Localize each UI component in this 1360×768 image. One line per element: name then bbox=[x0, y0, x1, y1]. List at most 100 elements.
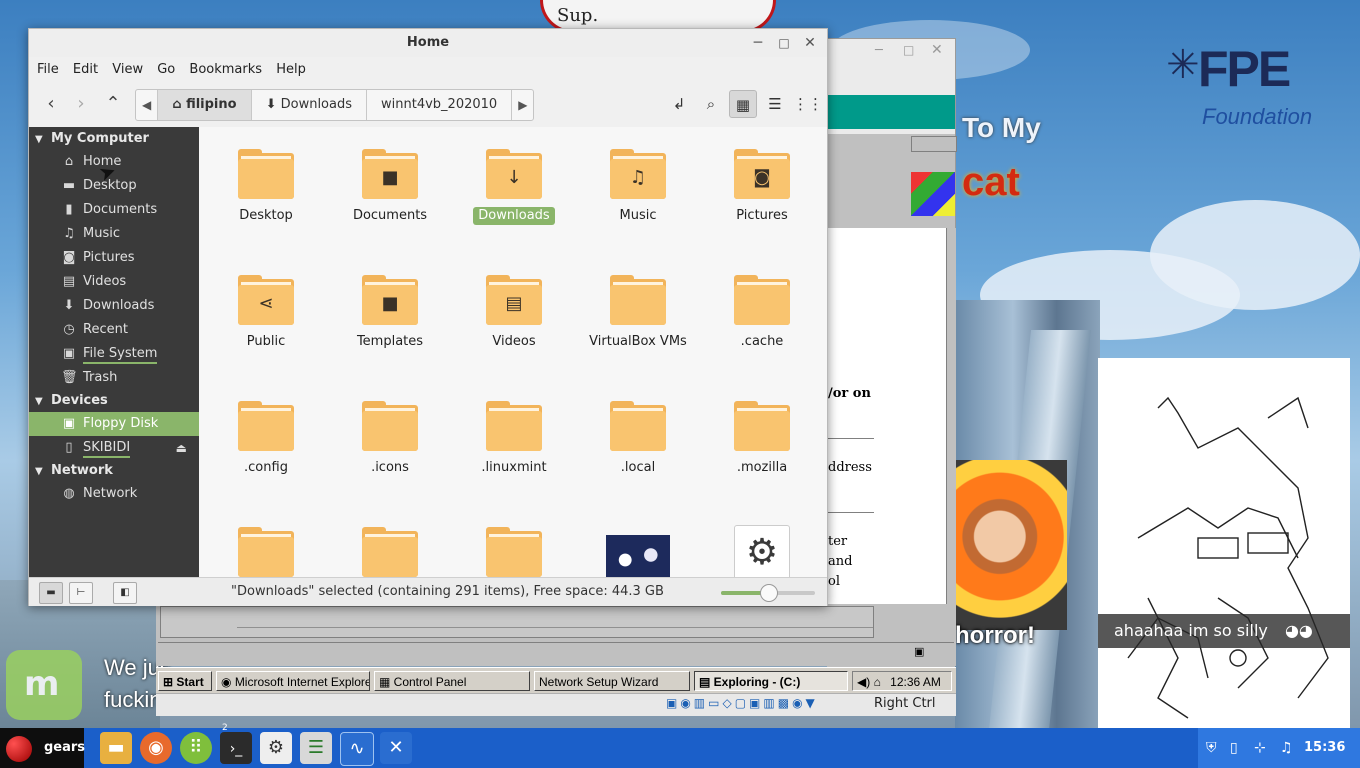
up-button[interactable]: ⌃ bbox=[99, 90, 127, 118]
task-exploring[interactable]: ▤ Exploring - (C:) bbox=[694, 671, 848, 691]
icon-view-button[interactable]: ▦ bbox=[729, 90, 757, 118]
list-view-button[interactable]: ☰ bbox=[761, 90, 789, 118]
sidebar-item-recent[interactable]: ◷ Recent bbox=[29, 318, 199, 342]
speaker-icon[interactable]: ◀) bbox=[857, 675, 874, 689]
breadcrumb-downloads[interactable]: ⬇ Downloads bbox=[252, 90, 368, 120]
image-file-item[interactable] bbox=[583, 535, 693, 577]
sidebar-item-music[interactable]: ♫ Music bbox=[29, 222, 199, 246]
section-network[interactable]: ▼ Network bbox=[35, 460, 113, 482]
folder-icon bbox=[238, 527, 294, 577]
toggle-location-button[interactable]: ↲ bbox=[665, 90, 693, 118]
sidebar-item-trash[interactable]: 🗑︎ Trash bbox=[29, 366, 199, 390]
zoom-slider-handle[interactable] bbox=[760, 584, 778, 602]
sidebar-item-videos[interactable]: ▤ Videos bbox=[29, 270, 199, 294]
executable-file-item[interactable]: ⚙ bbox=[707, 525, 817, 577]
task-network-setup[interactable]: Network Setup Wizard bbox=[534, 671, 690, 691]
network-icon[interactable]: ⊹ bbox=[1254, 728, 1266, 768]
maximize-icon[interactable]: □ bbox=[903, 43, 914, 57]
network-tray-icon[interactable]: ⌂ bbox=[874, 675, 885, 689]
start-button[interactable]: ⊞ Start bbox=[158, 671, 212, 691]
folder-item[interactable]: .mozilla bbox=[707, 401, 817, 477]
maximize-icon[interactable]: □ bbox=[771, 29, 797, 57]
clock[interactable]: 15:36 bbox=[1304, 728, 1345, 768]
menu-button[interactable]: gears bbox=[0, 728, 85, 768]
ie-titlebar[interactable]: ─ □ ✕ bbox=[827, 39, 955, 69]
show-places-button[interactable]: ▬ bbox=[39, 582, 63, 604]
window-titlebar[interactable]: Home ─ □ ✕ bbox=[29, 29, 827, 57]
file-manager-window[interactable]: Home ─ □ ✕ File Edit View Go Bookmarks H… bbox=[28, 28, 828, 606]
breadcrumb-right-button[interactable]: ▶ bbox=[512, 90, 533, 120]
launcher-firefox[interactable]: ◉ bbox=[140, 732, 172, 764]
breadcrumb-winnt[interactable]: winnt4vb_202010 bbox=[367, 90, 513, 120]
folder-item[interactable]: ■ Templates bbox=[335, 275, 445, 351]
clipboard-icon[interactable]: ▯ bbox=[1230, 728, 1238, 768]
folder-icon bbox=[238, 401, 294, 451]
menu-help[interactable]: Help bbox=[276, 57, 306, 83]
forward-button[interactable]: › bbox=[67, 90, 95, 118]
folder-item[interactable]: .local bbox=[583, 401, 693, 477]
zoom-slider[interactable] bbox=[721, 584, 815, 602]
ie-scrollbar[interactable] bbox=[946, 228, 956, 638]
launcher-monitor[interactable]: ∿ bbox=[340, 732, 374, 766]
sidebar-item-pictures[interactable]: ◙ Pictures bbox=[29, 246, 199, 270]
music-icon: ♫ bbox=[63, 226, 75, 241]
launcher-files[interactable]: ▬ bbox=[100, 732, 132, 764]
sidebar-item-file-system[interactable]: ▣ File System bbox=[29, 342, 199, 366]
menu-go[interactable]: Go bbox=[157, 57, 175, 83]
task-internet-explorer[interactable]: ◉ Microsoft Internet Explorer... bbox=[216, 671, 370, 691]
minimize-icon[interactable]: ─ bbox=[875, 43, 883, 58]
shield-icon[interactable]: ⛨ bbox=[1206, 728, 1217, 768]
folder-item-selected[interactable]: ↓ Downloads bbox=[459, 149, 569, 225]
vbox-device-icons[interactable]: ▣◉▥▭◇▢▣▥▩◉▼ bbox=[666, 696, 818, 710]
to-my-text: To My bbox=[962, 112, 1041, 143]
minimize-icon[interactable]: ─ bbox=[745, 29, 771, 57]
launcher-terminal[interactable]: ›_ 2 bbox=[220, 723, 252, 764]
close-icon[interactable]: ✕ bbox=[931, 42, 943, 58]
sidebar-item-documents[interactable]: ▮ Documents bbox=[29, 198, 199, 222]
launcher-settings[interactable]: ⚙ bbox=[260, 732, 292, 764]
folder-item[interactable]: .cache bbox=[707, 275, 817, 351]
breadcrumb-left-button[interactable]: ◀ bbox=[136, 90, 159, 120]
folder-item[interactable] bbox=[211, 527, 321, 577]
menu-view[interactable]: View bbox=[112, 57, 143, 83]
sidebar-item-floppy-disk[interactable]: ▣ Floppy Disk bbox=[29, 412, 199, 436]
folder-item[interactable]: ♫ Music bbox=[583, 149, 693, 225]
folder-item[interactable]: ◙ Pictures bbox=[707, 149, 817, 225]
launcher-virtualbox-vm[interactable]: ✕ bbox=[380, 732, 412, 764]
launcher-apps[interactable]: ⠿ bbox=[180, 732, 212, 764]
sidebar: ▼ My Computer ⌂ Home ▬ Desktop ▮ Documents ♫… bbox=[29, 127, 199, 577]
launcher-toggle[interactable]: ☰ bbox=[300, 732, 332, 764]
task-control-panel[interactable]: ▦ Control Panel bbox=[374, 671, 530, 691]
folder-item[interactable] bbox=[459, 527, 569, 577]
folder-item[interactable]: .icons bbox=[335, 401, 445, 477]
sidebar-item-skibidi[interactable]: ▯ SKIBIDI ⏏ bbox=[29, 436, 199, 460]
compact-view-button[interactable]: ⋮⋮ bbox=[793, 90, 823, 118]
close-icon[interactable]: ✕ bbox=[797, 29, 823, 57]
sidebar-item-downloads[interactable]: ⬇ Downloads bbox=[29, 294, 199, 318]
back-button[interactable]: ‹ bbox=[37, 90, 65, 118]
folder-item[interactable] bbox=[335, 527, 445, 577]
folder-item[interactable]: .config bbox=[211, 401, 321, 477]
menu-edit[interactable]: Edit bbox=[73, 57, 98, 83]
eject-icon[interactable]: ⏏ bbox=[176, 436, 187, 460]
breadcrumb-home[interactable]: ⌂ filipino bbox=[158, 90, 252, 120]
folder-item[interactable]: Desktop bbox=[211, 149, 321, 225]
show-tree-button[interactable]: ⊢ bbox=[69, 582, 93, 604]
section-devices[interactable]: ▼ Devices bbox=[35, 390, 108, 412]
ie-window-controls[interactable] bbox=[911, 136, 957, 152]
folder-item[interactable]: VirtualBox VMs bbox=[583, 275, 693, 351]
section-my-computer[interactable]: ▼ My Computer bbox=[35, 128, 149, 150]
win98-statusbar: ▣ bbox=[158, 642, 954, 663]
folder-item[interactable]: ⋖ Public bbox=[211, 275, 321, 351]
search-button[interactable]: ⌕ bbox=[697, 90, 725, 118]
folder-item[interactable]: .linuxmint bbox=[459, 401, 569, 477]
folder-item[interactable]: ■ Documents bbox=[335, 149, 445, 225]
folder-item[interactable]: ▤ Videos bbox=[459, 275, 569, 351]
sidebar-item-network[interactable]: ◍ Network bbox=[29, 482, 199, 506]
sound-icon[interactable]: ♫ bbox=[1280, 728, 1293, 768]
toggle-sidebar-button[interactable]: ◧ bbox=[113, 582, 137, 604]
menu-bookmarks[interactable]: Bookmarks bbox=[189, 57, 262, 83]
folder-icon: ▬ bbox=[46, 587, 56, 598]
menu-file[interactable]: File bbox=[37, 57, 59, 83]
file-view[interactable]: Desktop ■ Documents ↓ Downloads ♫ Music … bbox=[199, 127, 827, 577]
